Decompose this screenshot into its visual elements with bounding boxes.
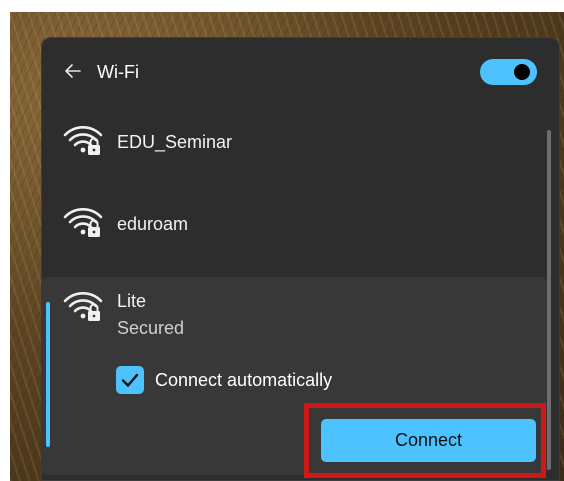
screenshot-frame-top — [0, 0, 564, 12]
back-arrow-icon[interactable] — [64, 59, 82, 83]
auto-connect-label: Connect automatically — [155, 370, 333, 390]
wifi-secured-icon — [62, 122, 104, 156]
network-name: eduroam — [117, 214, 189, 234]
network-status: Secured — [117, 318, 185, 338]
network-name: EDU_Seminar — [117, 132, 233, 152]
wifi-secured-icon — [62, 204, 104, 238]
network-item-eduroam[interactable]: eduroam — [41, 198, 547, 246]
selection-indicator — [46, 302, 50, 447]
wifi-secured-icon — [62, 288, 104, 322]
auto-connect-checkbox[interactable] — [116, 366, 144, 394]
checkmark-icon — [121, 373, 139, 387]
network-item-edu-seminar[interactable]: EDU_Seminar — [41, 118, 547, 166]
screenshot-frame-left — [0, 0, 10, 481]
connect-button[interactable]: Connect — [321, 419, 536, 462]
page-title: Wi-Fi — [97, 62, 139, 82]
toggle-knob — [514, 64, 530, 80]
wifi-toggle[interactable] — [480, 59, 537, 85]
network-name: Lite — [117, 291, 147, 311]
scrollbar[interactable] — [547, 130, 551, 470]
